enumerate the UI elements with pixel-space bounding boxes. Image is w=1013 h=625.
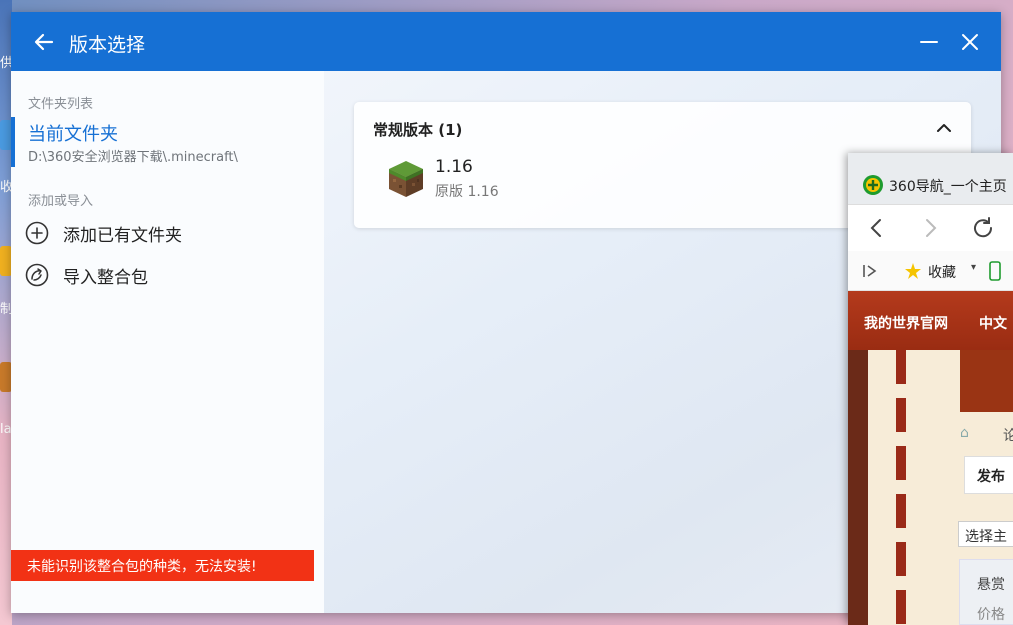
version-name: 1.16 (435, 157, 473, 177)
add-circle-icon (25, 221, 49, 245)
error-notification[interactable]: 未能识别该整合包的种类，无法安装! (11, 550, 314, 581)
browser-tab-title: 360导航_一个主页 (889, 179, 1007, 195)
import-package-label: 导入整合包 (63, 268, 148, 288)
sidebar-toggle-icon[interactable] (862, 263, 878, 279)
browser-window: 360导航_一个主页 收藏 ▾ 我的世界官网 中文 ⌂ 论 发布 选择主 悬赏 … (848, 153, 1013, 625)
chevron-up-icon[interactable] (934, 118, 954, 138)
add-import-label: 添加或导入 (28, 194, 94, 209)
topic-select[interactable]: 选择主 (958, 521, 1013, 547)
browser-page: 我的世界官网 中文 ⌂ 论 发布 选择主 悬赏 价格 (848, 291, 1013, 625)
post-tab[interactable]: 发布 (964, 456, 1013, 494)
browser-toolbar (848, 205, 1013, 251)
selection-indicator (11, 117, 15, 167)
site-content: ⌂ 论 发布 选择主 悬赏 价格 (848, 350, 1013, 625)
add-existing-folder-label: 添加已有文件夹 (63, 226, 182, 246)
add-existing-folder-button[interactable]: 添加已有文件夹 (25, 219, 305, 247)
sidebar: 文件夹列表 当前文件夹 D:\360安全浏览器下载\.minecraft\ 添加… (11, 71, 324, 613)
site-nav-link[interactable]: 我的世界官网 (864, 313, 948, 333)
page-border-decoration (896, 350, 906, 625)
browser-back-icon[interactable] (864, 215, 890, 241)
version-description: 原版 1.16 (435, 184, 499, 200)
reward-label: 悬赏 (977, 577, 1005, 593)
favorites-bar: 收藏 ▾ (848, 251, 1013, 291)
favorites-label[interactable]: 收藏 (928, 262, 956, 282)
minimize-icon[interactable] (916, 29, 942, 55)
banner-image (960, 350, 1013, 412)
folder-list-label: 文件夹列表 (28, 97, 94, 112)
site-nav: 我的世界官网 中文 (848, 291, 1013, 350)
version-group-title: 常规版本 (1) (373, 121, 463, 139)
post-tab-label: 发布 (977, 469, 1005, 485)
mobile-icon[interactable] (988, 261, 1002, 281)
breadcrumb-item[interactable]: 论 (1003, 425, 1013, 445)
home-icon[interactable]: ⌂ (960, 425, 969, 441)
close-icon[interactable] (957, 29, 983, 55)
grass-block-icon (389, 161, 423, 197)
topic-select-label: 选择主 (965, 529, 1007, 545)
window-title: 版本选择 (69, 34, 146, 56)
360-logo-icon (863, 175, 883, 195)
title-bar: 版本选择 (11, 12, 1001, 71)
price-label: 价格 (977, 607, 1005, 623)
reward-panel: 悬赏 价格 (959, 559, 1013, 625)
import-package-button[interactable]: 导入整合包 (25, 261, 305, 289)
browser-forward-icon[interactable] (917, 215, 943, 241)
site-nav-link[interactable]: 中文 (979, 313, 1007, 333)
arrow-left-icon[interactable] (31, 29, 57, 55)
current-folder-title: 当前文件夹 (28, 124, 118, 145)
current-folder-path: D:\360安全浏览器下载\.minecraft\ (28, 150, 238, 165)
chevron-down-icon[interactable]: ▾ (971, 262, 976, 273)
page-border-decoration (848, 350, 868, 625)
browser-tab[interactable]: 360导航_一个主页 (848, 153, 1013, 205)
desktop-label: la (0, 422, 12, 437)
browser-refresh-icon[interactable] (970, 215, 996, 241)
import-package-icon (25, 263, 49, 287)
star-icon (905, 263, 921, 279)
